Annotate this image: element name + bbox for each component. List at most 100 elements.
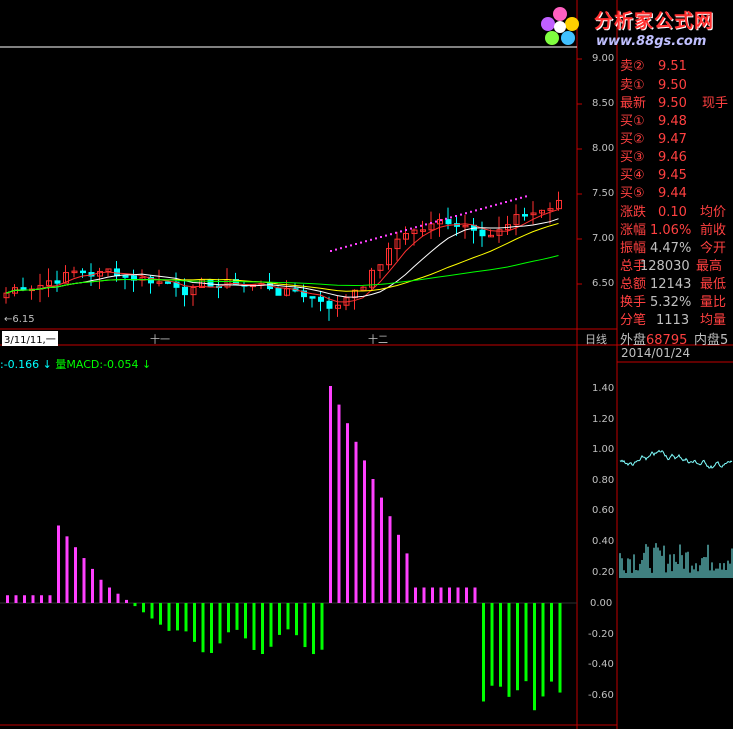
macd-bar bbox=[65, 536, 69, 603]
candle-body bbox=[275, 288, 282, 296]
moving-averages bbox=[5, 195, 559, 303]
sar-dot bbox=[525, 195, 527, 198]
candle-body bbox=[80, 270, 86, 274]
sar-dot bbox=[505, 201, 507, 203]
macd-bar bbox=[48, 595, 52, 603]
macd-tick: -0.60 bbox=[588, 690, 614, 701]
stock-chart-window: 分析家公式网 www.88gs.com 9.00 8.50 8.00 7.50 … bbox=[0, 0, 733, 729]
macd-bar bbox=[558, 603, 562, 693]
stat-high-label: 最高 bbox=[696, 259, 723, 274]
sar-dot bbox=[490, 205, 492, 208]
macd-bar bbox=[414, 587, 417, 603]
sar-dot bbox=[430, 222, 432, 224]
bid-1-row: 买① 9.48 bbox=[620, 112, 702, 131]
macd-bar bbox=[516, 603, 519, 691]
macd-bar bbox=[108, 587, 111, 603]
macd-bar bbox=[303, 603, 307, 648]
sar-dot bbox=[475, 209, 477, 212]
sar-dot bbox=[355, 243, 357, 245]
macd-bar bbox=[541, 603, 545, 697]
macd-bar bbox=[550, 603, 553, 682]
macd-bar bbox=[116, 593, 120, 603]
sar-dot bbox=[460, 213, 462, 216]
stat-vol-label: 总手 bbox=[620, 259, 647, 274]
candle-body bbox=[182, 286, 188, 296]
last-volume-label: 现手 bbox=[702, 96, 729, 111]
macd-bar bbox=[201, 603, 205, 653]
macd-bar bbox=[125, 599, 128, 603]
macd-bar bbox=[133, 603, 137, 607]
macd-bar bbox=[82, 558, 86, 603]
sar-dot bbox=[450, 216, 452, 219]
candle-body bbox=[522, 214, 528, 217]
macd-bar bbox=[227, 603, 230, 633]
macd-bar bbox=[422, 587, 426, 603]
sar-dot bbox=[360, 241, 362, 244]
macd-bar bbox=[499, 603, 502, 687]
stat-pct-row: 涨幅 1.06% 前收 bbox=[620, 221, 726, 240]
candle-body bbox=[479, 229, 486, 237]
stat-ticks-value: 1113 bbox=[656, 313, 690, 328]
low-price-value: 6.15 bbox=[12, 314, 35, 325]
macd-bar bbox=[371, 479, 375, 603]
macd-bar bbox=[346, 423, 349, 603]
macd-tick: 0.60 bbox=[592, 505, 615, 516]
bid-4-label: 买④ bbox=[620, 168, 645, 183]
indicator-macd-value: 量MACD:-0.054 bbox=[55, 358, 139, 371]
candle-body bbox=[54, 280, 61, 284]
macd-bar bbox=[465, 587, 468, 603]
macd-bar bbox=[439, 587, 443, 603]
sar-dot bbox=[365, 240, 367, 243]
sar-dot bbox=[350, 244, 352, 247]
macd-bar bbox=[354, 441, 358, 603]
ma-line bbox=[5, 208, 559, 303]
stat-pct-label: 涨幅 bbox=[620, 223, 647, 238]
sar-dot bbox=[465, 212, 467, 215]
macd-bar bbox=[405, 553, 409, 603]
sar-dot bbox=[335, 248, 337, 251]
macd-bar bbox=[235, 603, 239, 630]
sar-dot bbox=[470, 210, 472, 213]
candle-body bbox=[20, 287, 27, 290]
macd-bar bbox=[184, 603, 188, 632]
macd-bar bbox=[448, 587, 451, 603]
bid-4-value: 9.45 bbox=[658, 168, 687, 183]
macd-bar bbox=[456, 587, 460, 603]
price-tick-8.50: 8.50 bbox=[592, 98, 615, 109]
period-selector[interactable]: 日线 bbox=[585, 331, 607, 347]
bid-2-label: 买② bbox=[620, 132, 645, 147]
candle-body bbox=[318, 296, 324, 302]
macd-bar bbox=[295, 603, 298, 636]
sar-dot bbox=[425, 223, 427, 226]
macd-bar bbox=[167, 603, 171, 631]
macd-tick: 0.40 bbox=[592, 536, 615, 547]
macd-bar bbox=[473, 587, 477, 603]
sar-dot bbox=[485, 206, 487, 209]
logo-url[interactable]: www.88gs.com bbox=[596, 34, 706, 49]
macd-bar bbox=[57, 525, 60, 603]
ask-1-row: 卖① 9.50 bbox=[620, 76, 702, 95]
ask-2-value: 9.51 bbox=[658, 59, 687, 74]
stat-change-value: 0.10 bbox=[658, 205, 687, 220]
macd-bar bbox=[40, 595, 43, 603]
macd-bar bbox=[524, 603, 528, 682]
sar-dot bbox=[375, 237, 377, 240]
sar-dot bbox=[510, 199, 512, 202]
stat-change-label: 涨跌 bbox=[620, 205, 647, 220]
bid-1-value: 9.48 bbox=[658, 114, 687, 129]
macd-bar bbox=[312, 603, 315, 655]
inner-label: 内盘5 bbox=[694, 333, 729, 348]
indicator-title[interactable]: :-0.166 ↓ 量MACD:-0.054 ↓ bbox=[0, 356, 151, 372]
sar-dot bbox=[370, 238, 372, 241]
stat-amount-value: 12143 bbox=[650, 277, 692, 292]
macd-bar bbox=[23, 595, 26, 603]
macd-bar bbox=[363, 460, 366, 603]
bid-3-row: 买③ 9.46 bbox=[620, 148, 702, 167]
bid-3-label: 买③ bbox=[620, 150, 645, 165]
price-tick-9.00: 9.00 bbox=[592, 53, 615, 64]
candle-body bbox=[445, 219, 452, 225]
sar-dot bbox=[380, 236, 382, 238]
price-tick-7.50: 7.50 bbox=[592, 188, 615, 199]
last-price-label: 最新 bbox=[620, 96, 647, 111]
time-axis-start: 3/11/11,一 bbox=[2, 331, 58, 346]
